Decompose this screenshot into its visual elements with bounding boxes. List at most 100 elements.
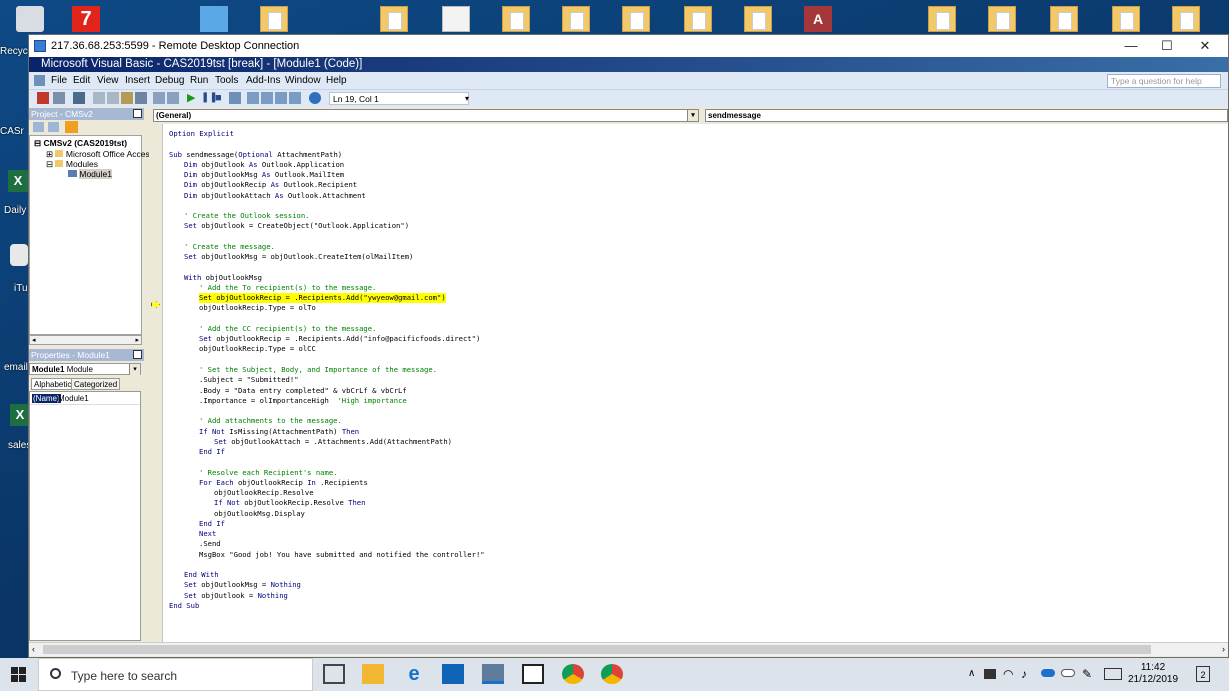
tree-horizontal-scrollbar[interactable]: ◂ ▸ — [29, 335, 142, 345]
vb-title-bar[interactable]: Microsoft Visual Basic - CAS2019tst [bre… — [29, 57, 1228, 72]
menu-view[interactable]: View — [97, 75, 119, 86]
toolbar-options-icon[interactable]: ▾ — [465, 94, 469, 103]
folder-icon[interactable] — [744, 6, 772, 32]
redo-icon[interactable] — [167, 92, 179, 104]
code-line[interactable]: Dim objOutlookRecip As Outlook.Recipient — [184, 180, 357, 190]
desktop-icon-label[interactable]: Recyc — [0, 46, 30, 57]
folder-icon[interactable] — [928, 6, 956, 32]
code-line[interactable]: ' Add attachments to the message. — [199, 416, 342, 426]
scroll-left-icon[interactable]: ◂ — [32, 336, 36, 344]
scroll-left-icon[interactable]: ‹ — [32, 644, 35, 654]
rdp-title-bar[interactable]: 217.36.68.253:5599 - Remote Desktop Conn… — [29, 35, 1228, 57]
design-mode-icon[interactable] — [229, 92, 241, 104]
chrome-icon[interactable] — [601, 664, 623, 684]
code-line[interactable]: ' Add the To recipient(s) to the message… — [199, 283, 376, 293]
close-button[interactable]: ✕ — [1186, 35, 1224, 57]
task-view-icon[interactable] — [323, 664, 345, 684]
code-line[interactable]: End Sub — [169, 601, 199, 611]
folder-icon[interactable] — [1112, 6, 1140, 32]
code-line[interactable]: objOutlookRecip.Resolve — [214, 488, 314, 498]
vb-menu-icon[interactable] — [34, 75, 45, 86]
code-line[interactable]: Next — [199, 529, 216, 539]
find-icon[interactable] — [135, 92, 147, 104]
help-icon[interactable] — [309, 92, 321, 104]
taskbar-search[interactable]: Type here to search — [38, 658, 313, 691]
view-access-icon[interactable] — [37, 92, 49, 104]
project-explorer-icon[interactable] — [247, 92, 259, 104]
chrome-icon[interactable] — [562, 664, 584, 684]
code-line[interactable]: End With — [184, 570, 219, 580]
copy-icon[interactable] — [107, 92, 119, 104]
folder-icon[interactable] — [622, 6, 650, 32]
code-line[interactable]: ' Set the Subject, Body, and Importance … — [199, 365, 437, 375]
code-line[interactable]: objOutlookRecip.Type = olTo — [199, 303, 316, 313]
code-line[interactable]: With objOutlookMsg — [184, 273, 262, 283]
break-icon[interactable]: ❚❚ — [201, 92, 218, 104]
menu-tools[interactable]: Tools — [215, 75, 238, 86]
menu-run[interactable]: Run — [190, 75, 208, 86]
code-line[interactable]: For Each objOutlookRecip In .Recipients — [199, 478, 368, 488]
code-line[interactable]: Set objOutlookRecip = .Recipients.Add("i… — [199, 334, 480, 344]
horizontal-scrollbar[interactable]: ‹ › — [29, 642, 1228, 656]
code-line[interactable]: .Subject = "Submitted!" — [199, 375, 299, 385]
keyboard-icon[interactable] — [1104, 668, 1122, 680]
minimize-button[interactable]: — — [1112, 35, 1150, 57]
close-icon[interactable]: × — [133, 109, 142, 118]
procedure-combo[interactable]: sendmessage — [705, 109, 1228, 122]
scroll-right-icon[interactable]: › — [1222, 644, 1225, 654]
code-line[interactable]: Set objOutlookMsg = Nothing — [184, 580, 301, 590]
folder-icon[interactable] — [260, 6, 288, 32]
code-line[interactable]: Dim objOutlookAttach As Outlook.Attachme… — [184, 191, 366, 201]
object-browser-icon[interactable] — [275, 92, 287, 104]
7zip-icon[interactable]: 7 — [72, 6, 100, 32]
folder-icon[interactable] — [502, 6, 530, 32]
view-code-icon[interactable] — [33, 122, 44, 132]
file-explorer-icon[interactable] — [362, 664, 384, 684]
remote-desktop-taskbar-icon[interactable] — [482, 664, 504, 684]
excel-icon[interactable]: X — [8, 170, 28, 192]
code-line[interactable]: Option Explicit — [169, 129, 234, 139]
chevron-down-icon[interactable]: ▾ — [687, 110, 698, 121]
code-line[interactable]: Set objOutlookMsg = objOutlook.CreateIte… — [184, 252, 413, 262]
property-value[interactable]: Module1 — [58, 394, 89, 403]
excel-icon[interactable]: X — [10, 404, 30, 426]
menu-file[interactable]: File — [51, 75, 67, 86]
edge-icon[interactable]: e — [403, 664, 425, 684]
code-line[interactable]: End If — [199, 519, 225, 529]
ask-question-input[interactable]: Type a question for help — [1107, 74, 1221, 88]
code-line[interactable]: objOutlookRecip.Type = olCC — [199, 344, 316, 354]
object-combo[interactable]: (General) ▾ — [153, 109, 699, 122]
menu-window[interactable]: Window — [285, 75, 321, 86]
toolbox-icon[interactable] — [289, 92, 301, 104]
paste-icon[interactable] — [121, 92, 133, 104]
tab-alphabetic[interactable]: Alphabetic — [31, 378, 75, 390]
folder-icon[interactable] — [380, 6, 408, 32]
code-line[interactable]: Set objOutlook = CreateObject("Outlook.A… — [184, 221, 409, 231]
computer-icon[interactable] — [200, 6, 228, 32]
run-icon[interactable]: ▶ — [187, 92, 199, 104]
battery-icon[interactable] — [984, 669, 996, 679]
menu-help[interactable]: Help — [326, 75, 347, 86]
undo-icon[interactable] — [153, 92, 165, 104]
property-name[interactable]: (Name) — [32, 394, 61, 403]
notification-center-icon[interactable]: 2 — [1196, 666, 1210, 682]
toggle-folders-icon[interactable] — [65, 121, 78, 133]
itunes-icon[interactable] — [10, 244, 28, 266]
tree-item-project[interactable]: ⊟ CMSv2 (CAS2019tst) — [34, 138, 127, 149]
maximize-button[interactable]: ☐ — [1148, 35, 1186, 57]
recycle-bin-icon[interactable] — [16, 6, 44, 32]
insert-module-icon[interactable] — [53, 92, 65, 104]
code-line[interactable]: Set objOutlookAttach = .Attachments.Add(… — [214, 437, 452, 447]
tree-item-module1[interactable]: Module1 — [68, 169, 112, 179]
code-line[interactable]: If Not IsMissing(AttachmentPath) Then — [199, 427, 359, 437]
volume-icon[interactable]: ♪ — [1021, 667, 1027, 681]
folder-icon[interactable] — [1172, 6, 1200, 32]
properties-window-icon[interactable] — [261, 92, 273, 104]
folder-icon[interactable] — [562, 6, 590, 32]
object-selector[interactable]: Module1 Module ▾ — [29, 363, 141, 375]
wifi-icon[interactable]: ◠ — [1003, 667, 1013, 681]
code-line[interactable]: ' Add the CC recipient(s) to the message… — [199, 324, 376, 334]
chevron-down-icon[interactable]: ▾ — [129, 364, 140, 375]
code-line[interactable]: objOutlookMsg.Display — [214, 509, 305, 519]
code-line[interactable]: Dim objOutlookMsg As Outlook.MailItem — [184, 170, 344, 180]
